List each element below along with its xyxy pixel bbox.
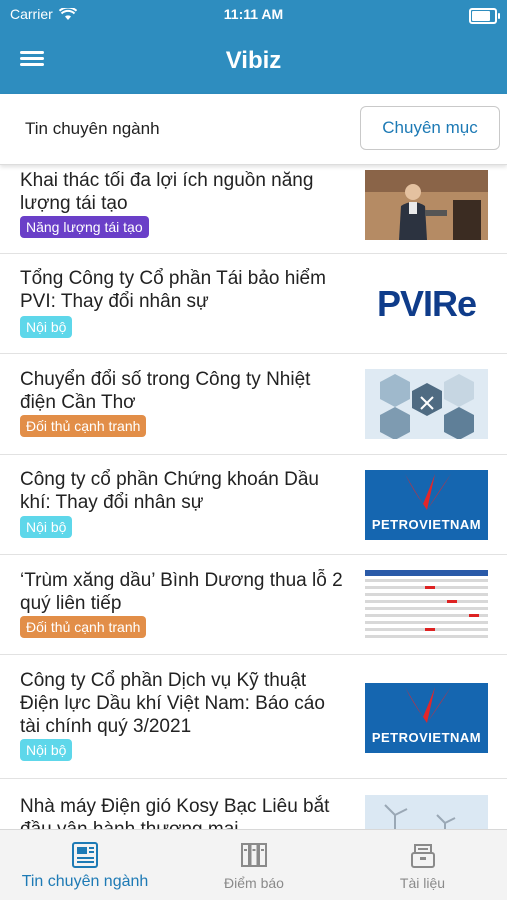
article-title: Tổng Công ty Cổ phần Tái bảo hiểm PVI: T…	[20, 268, 326, 312]
tab-label: Tin chuyên ngành	[21, 873, 149, 890]
article-item[interactable]: ‘Trùm xăng dầu’ Bình Dương thua lỗ 2 quý…	[0, 555, 507, 655]
article-tag: Nội bộ	[20, 316, 73, 338]
app-header: Carrier 11:11 AM Vibiz	[0, 0, 507, 94]
status-time: 11:11 AM	[223, 6, 284, 22]
article-tag: Đối thủ cạnh tranh	[20, 616, 147, 638]
petrovietnam-logo: PETROVIETNAM	[371, 730, 482, 745]
article-list[interactable]: Khai thác tối đa lợi ích nguồn năng lượn…	[0, 164, 507, 830]
status-bar: Carrier 11:11 AM	[0, 6, 507, 26]
article-thumbnail: PETROVIETNAM	[365, 470, 488, 540]
article-thumbnail	[365, 570, 488, 640]
section-title: Tin chuyên ngành	[25, 119, 160, 138]
article-thumbnail	[365, 795, 488, 830]
article-item[interactable]: Công ty Cổ phần Dịch vụ Kỹ thuật Điện lự…	[0, 655, 507, 779]
tab-diem-bao[interactable]: Điểm báo	[170, 830, 338, 900]
article-title: Nhà máy Điện gió Kosy Bạc Liêu bắt đầu v…	[20, 796, 330, 830]
newspaper-icon	[72, 842, 98, 868]
article-item[interactable]: Nhà máy Điện gió Kosy Bạc Liêu bắt đầu v…	[0, 779, 507, 830]
app-title: Vibiz	[225, 47, 282, 74]
article-tag: Nội bộ	[20, 516, 73, 538]
pvire-logo: PVIRe	[376, 283, 477, 324]
article-item[interactable]: Công ty cổ phần Chứng khoán Dầu khí: Tha…	[0, 455, 507, 555]
petrovietnam-logo: PETROVIETNAM	[371, 517, 482, 532]
article-title: ‘Trùm xăng dầu’ Bình Dương thua lỗ 2 quý…	[20, 570, 343, 614]
tab-label: Điểm báo	[224, 875, 284, 891]
archive-box-icon	[410, 844, 435, 868]
filter-bar: Tin chuyên ngành Chuyên mục	[0, 94, 507, 165]
article-title: Khai thác tối đa lợi ích nguồn năng lượn…	[20, 170, 314, 214]
article-item[interactable]: Tổng Công ty Cổ phần Tái bảo hiểm PVI: T…	[0, 254, 507, 354]
tab-tai-lieu[interactable]: Tài liệu	[338, 830, 507, 900]
article-title: Công ty Cổ phần Dịch vụ Kỹ thuật Điện lự…	[20, 670, 325, 737]
article-title: Chuyển đổi số trong Công ty Nhiệt điện C…	[20, 369, 311, 413]
article-item[interactable]: Khai thác tối đa lợi ích nguồn năng lượn…	[0, 164, 507, 254]
category-button[interactable]: Chuyên mục	[360, 106, 500, 150]
news-digest-icon	[241, 843, 267, 867]
article-thumbnail: PVIRe	[365, 269, 488, 339]
battery-icon	[469, 8, 500, 24]
tab-tin-chuyen-nganh[interactable]: Tin chuyên ngành	[0, 830, 170, 900]
bottom-tab-bar: Tin chuyên ngành Điểm báo Tài liệu	[0, 829, 507, 900]
article-thumbnail: PETROVIETNAM	[365, 683, 488, 753]
tab-label: Tài liệu	[399, 875, 446, 891]
article-item[interactable]: Chuyển đổi số trong Công ty Nhiệt điện C…	[0, 354, 507, 455]
article-thumbnail	[365, 369, 488, 439]
article-tag: Đối thủ cạnh tranh	[20, 415, 147, 437]
article-thumbnail	[365, 170, 488, 240]
article-tag: Nội bộ	[20, 739, 73, 761]
article-title: Công ty cổ phần Chứng khoán Dầu khí: Tha…	[20, 469, 319, 513]
article-tag: Năng lượng tái tạo	[20, 216, 149, 238]
